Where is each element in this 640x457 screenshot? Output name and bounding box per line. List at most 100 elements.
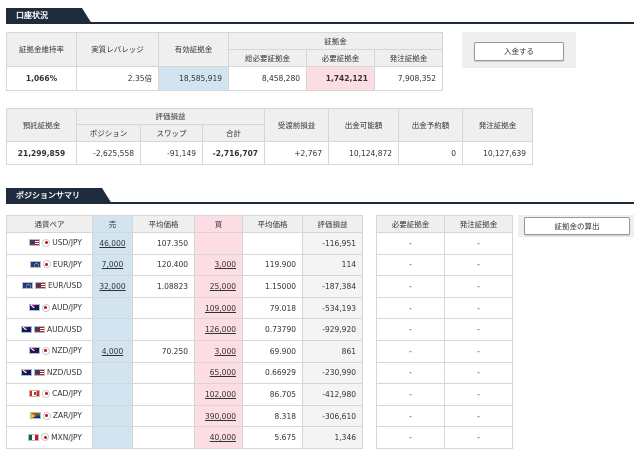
table-row: CAD/JPY 102,000 86.705 -412,980 [6,383,363,406]
sell-amount-link[interactable]: 4,000 [102,347,123,356]
order-margin-cell: - [444,232,513,255]
table-row: - - [376,426,513,449]
sell-amount[interactable] [92,404,133,428]
sell-avg-price [132,296,195,320]
buy-amount[interactable]: 126,000 [194,318,243,341]
buy-amount-link[interactable]: 390,000 [205,412,236,421]
table-row: - - [376,361,513,385]
positions-table: 通貨ペア 売 平均価格 買 平均価格 評価損益 USD/JPY 46,000 1… [6,215,363,449]
jp-flag-icon [42,411,51,420]
effective-margin-value: 18,585,919 [158,66,229,91]
account-section-header: 口座状況 [6,8,634,24]
sell-amount[interactable] [92,426,133,449]
sell-amount[interactable] [92,318,133,341]
buy-amount-link[interactable]: 3,000 [215,260,236,269]
leverage-header: 実質レバレッジ [76,32,159,67]
account-summary-table: 証拠金維持率 実質レバレッジ 有効証拠金 証拠金 総必要証拠金 必要証拠金 発注… [6,32,444,91]
pair-cell: NZD/JPY [6,339,93,363]
order-margin-cell: - [444,426,513,449]
deposit-button[interactable]: 入金する [474,42,564,61]
order-margin-header-2: 発注証拠金 [462,108,534,142]
pl-value: -116,951 [302,232,363,255]
withdrawable-header: 出金可能額 [328,108,400,142]
withdraw-reserved-header: 出金予約額 [398,108,464,142]
required-margin-cell: - [376,361,445,385]
buy-amount[interactable]: 3,000 [194,339,243,363]
sell-amount[interactable] [92,296,133,320]
required-margin-cell: - [376,383,445,406]
buy-amount-link[interactable]: 3,000 [215,347,236,356]
pair-cell: NZD/USD [6,361,93,385]
sell-avg-price [132,318,195,341]
table-row: - - [376,404,513,428]
buy-amount[interactable]: 102,000 [194,383,243,406]
total-pl-header: 合計 [201,124,266,142]
pl-value: -534,193 [302,296,363,320]
us-flag-icon [35,282,46,290]
pair-label: CAD/JPY [52,389,82,399]
required-margin-cell: - [376,404,445,428]
required-margin-cell: - [376,296,445,320]
buy-amount-link[interactable]: 109,000 [205,304,236,313]
pair-label: AUD/JPY [51,303,82,313]
effective-margin-header: 有効証拠金 [158,32,229,67]
sell-avg-price: 107.350 [132,232,195,255]
table-row: - - [376,232,513,255]
buy-amount[interactable]: 40,000 [194,426,243,449]
buy-amount[interactable] [194,232,243,255]
pl-value: 1,346 [302,426,363,449]
buy-avg-price: 119.900 [242,253,303,277]
buy-avg-price: 0.66929 [242,361,303,385]
buy-amount[interactable]: 3,000 [194,253,243,277]
table-row: ZAR/JPY 390,000 8.318 -306,610 [6,404,363,428]
buy-avg-price: 0.73790 [242,318,303,341]
pair-cell: AUD/USD [6,318,93,341]
required-margin-cell: - [376,339,445,363]
buy-amount-link[interactable]: 126,000 [205,325,236,334]
sell-amount[interactable]: 32,000 [92,275,133,298]
buy-amount[interactable]: 390,000 [194,404,243,428]
positions-margin-table: 必要証拠金 発注証拠金 - - - - - - - - - - - - - - … [376,215,513,449]
pair-label: MXN/JPY [51,432,82,442]
table-row: AUD/JPY 109,000 79.018 -534,193 [6,296,363,320]
eu-flag-icon [22,282,33,290]
buy-amount-link[interactable]: 40,000 [210,433,236,442]
buy-amount[interactable]: 109,000 [194,296,243,320]
buy-amount-link[interactable]: 65,000 [210,368,236,377]
buy-amount-link[interactable]: 25,000 [210,282,236,291]
positions-section-header: ポジションサマリ [6,188,634,204]
pl-value: -187,384 [302,275,363,298]
buy-amount[interactable]: 65,000 [194,361,243,385]
sell-amount[interactable]: 4,000 [92,339,133,363]
order-margin-cell: - [444,404,513,428]
buy-amount[interactable]: 25,000 [194,275,243,298]
pl-value: -306,610 [302,404,363,428]
pair-cell: MXN/JPY [6,426,93,449]
sell-amount-link[interactable]: 7,000 [102,260,123,269]
sell-amount[interactable] [92,383,133,406]
table-row: NZD/USD 65,000 0.66929 -230,990 [6,361,363,385]
order-margin-cell: - [444,318,513,341]
pair-label: EUR/JPY [52,259,82,269]
pair-cell: AUD/JPY [6,296,93,320]
order-margin-cell: - [444,361,513,385]
sell-amount-link[interactable]: 32,000 [99,282,125,291]
positions-section-title: ポジションサマリ [6,188,112,204]
account-section-title: 口座状況 [6,8,92,24]
sell-amount[interactable]: 46,000 [92,232,133,255]
deposit-margin-value: 21,299,859 [6,141,77,165]
table-row: - - [376,275,513,298]
table-row: USD/JPY 46,000 107.350 -116,951 [6,232,363,255]
mx-flag-icon [28,433,40,441]
order-margin-cell: - [444,339,513,363]
calc-margin-button[interactable]: 証拠金の算出 [524,217,630,235]
sell-amount[interactable] [92,361,133,385]
nz-flag-icon [20,368,32,376]
sell-amount-link[interactable]: 46,000 [99,239,125,248]
buy-avg-header: 平均価格 [242,215,303,233]
pl-value: 861 [302,339,363,363]
sell-amount[interactable]: 7,000 [92,253,133,277]
pos-order-margin-header: 発注証拠金 [444,215,513,233]
buy-amount-link[interactable]: 102,000 [205,390,236,399]
order-margin-header: 発注証拠金 [373,49,444,67]
